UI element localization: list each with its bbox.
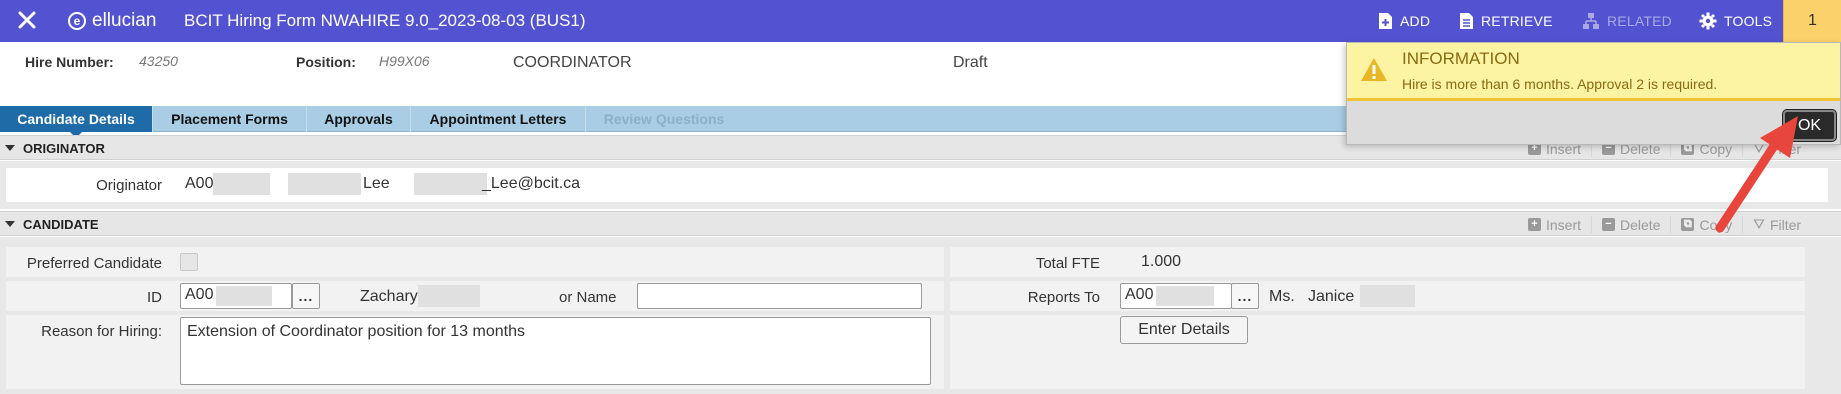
tools-label: TOOLS xyxy=(1724,13,1773,29)
tab-placement-forms[interactable]: Placement Forms xyxy=(153,106,307,132)
originator-last-name: Lee xyxy=(363,175,390,192)
position-title: COORDINATOR xyxy=(513,54,632,71)
related-button[interactable]: RELATED xyxy=(1582,12,1672,30)
retrieve-label: RETRIEVE xyxy=(1481,13,1553,29)
copy-icon: ⧉ xyxy=(1681,218,1695,231)
brand-name: ellucian xyxy=(92,10,157,31)
notification-counter[interactable]: 1 xyxy=(1783,0,1841,42)
originator-email: _Lee@bcit.ca xyxy=(482,175,581,192)
tab-review-questions: Review Questions xyxy=(603,111,725,127)
tab-candidate-details[interactable]: Candidate Details xyxy=(0,106,153,138)
candidate-section-title: CANDIDATE xyxy=(23,217,99,232)
collapse-caret-icon[interactable] xyxy=(5,145,15,151)
position-value: H99X06 xyxy=(379,53,430,69)
redacted-block xyxy=(213,173,270,195)
tab-appointment-letters[interactable]: Appointment Letters xyxy=(411,106,586,132)
gear-icon xyxy=(1699,12,1717,30)
collapse-caret-icon[interactable] xyxy=(5,221,15,227)
ellucian-logo[interactable]: e ellucian xyxy=(68,10,156,32)
notification-message-box: INFORMATION Hire is more than 6 months. … xyxy=(1347,43,1840,101)
redacted-block xyxy=(1156,286,1214,306)
total-fte-value: 1.000 xyxy=(1141,253,1182,270)
plus-icon: + xyxy=(1528,218,1541,231)
hire-number-label: Hire Number: xyxy=(25,54,114,70)
originator-row: Originator A00 Lee _Lee@bcit.ca xyxy=(6,168,1828,202)
reason-for-hiring-textarea[interactable]: Extension of Coordinator position for 13… xyxy=(180,317,931,385)
redacted-block xyxy=(414,173,487,195)
notification-title: INFORMATION xyxy=(1402,49,1520,68)
status-text: Draft xyxy=(953,54,988,71)
insert-button[interactable]: + Insert xyxy=(1518,216,1591,233)
enter-details-row xyxy=(950,315,1805,389)
reports-to-lookup-button[interactable]: ... xyxy=(1231,283,1259,309)
reports-to-label: Reports To xyxy=(1027,289,1100,306)
retrieve-button[interactable]: RETRIEVE xyxy=(1459,12,1553,30)
warning-icon xyxy=(1361,58,1387,81)
candidate-first-name: Zachary xyxy=(360,288,418,305)
retrieve-document-icon xyxy=(1460,13,1473,29)
red-arrow-annotation xyxy=(1715,116,1798,233)
minus-icon: − xyxy=(1602,218,1616,231)
tab-approvals[interactable]: Approvals xyxy=(307,106,411,132)
redacted-block xyxy=(288,173,361,195)
page-title: BCIT Hiring Form NWAHIRE 9.0_2023-08-03 … xyxy=(184,11,586,30)
originator-label: Originator xyxy=(96,177,162,194)
enter-details-button[interactable]: Enter Details xyxy=(1120,316,1248,344)
total-fte-label: Total FTE xyxy=(1035,255,1100,272)
close-icon[interactable] xyxy=(16,9,38,31)
top-bar: e ellucian BCIT Hiring Form NWAHIRE 9.0_… xyxy=(0,0,1841,42)
redacted-block xyxy=(418,285,480,307)
reports-to-first-name: Janice xyxy=(1308,288,1355,305)
related-label: RELATED xyxy=(1607,13,1672,29)
notification-message: Hire is more than 6 months. Approval 2 i… xyxy=(1402,76,1718,92)
hire-number-value: 43250 xyxy=(139,53,178,69)
originator-section-title: ORIGINATOR xyxy=(23,141,105,156)
add-button[interactable]: ADD xyxy=(1378,12,1430,30)
originator-id: A00 xyxy=(185,175,214,192)
candidate-section-header: CANDIDATE + Insert − Delete ⧉ Copy ⛛ Filter xyxy=(0,211,1841,236)
reason-for-hiring-label: Reason for Hiring: xyxy=(41,323,162,340)
redacted-block xyxy=(216,286,272,306)
reports-to-title: Ms. xyxy=(1269,288,1295,305)
add-document-icon xyxy=(1379,13,1392,29)
candidate-section-body: Preferred Candidate ID A00 ... Zachary o… xyxy=(0,237,1841,394)
or-name-input[interactable] xyxy=(637,283,922,309)
related-icon xyxy=(1583,13,1599,29)
id-label: ID xyxy=(147,289,162,306)
or-name-label: or Name xyxy=(559,289,617,306)
preferred-candidate-label: Preferred Candidate xyxy=(26,255,162,272)
redacted-block xyxy=(1360,285,1415,307)
delete-button[interactable]: − Delete xyxy=(1591,216,1670,233)
position-label: Position: xyxy=(296,54,356,70)
add-label: ADD xyxy=(1400,13,1431,29)
originator-section-body: Originator A00 Lee _Lee@bcit.ca xyxy=(0,161,1841,209)
tools-button[interactable]: TOOLS xyxy=(1699,12,1772,30)
ellucian-logo-icon: e xyxy=(68,12,86,30)
candidate-id-lookup-button[interactable]: ... xyxy=(292,283,320,309)
preferred-candidate-checkbox[interactable] xyxy=(180,253,198,271)
